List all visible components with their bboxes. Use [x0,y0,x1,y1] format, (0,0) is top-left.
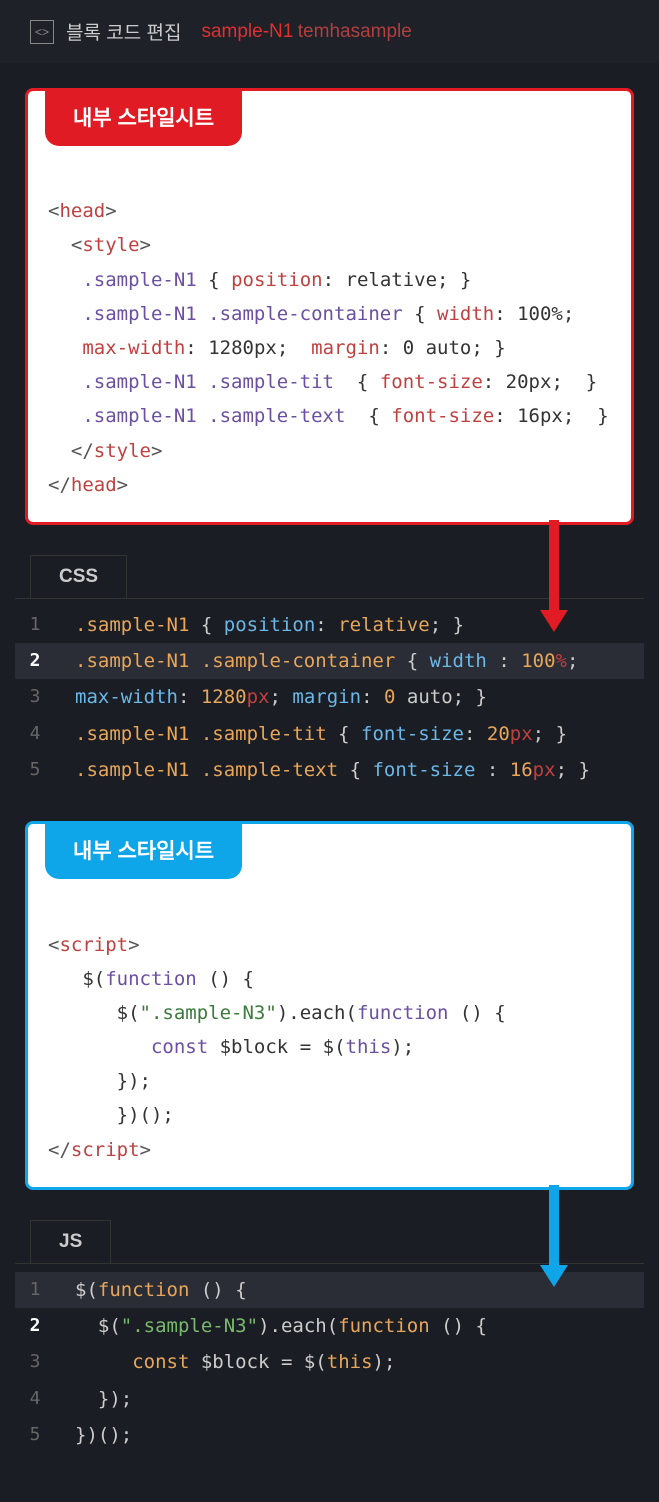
editor-line[interactable]: 2 $(".sample-N3").each(function () { [15,1308,644,1344]
editor-line[interactable]: 4 .sample-N1 .sample-tit { font-size: 20… [15,716,644,752]
css-card-code: <head> <style> .sample-N1 { position: re… [48,160,611,502]
line-code: const $block = $(this); [55,1346,395,1378]
line-code: .sample-N1 { position: relative; } [55,609,464,641]
header-title: 블록 코드 편집 [66,18,181,45]
line-number: 4 [15,719,55,750]
header-sub1: sample-N1 [201,21,293,42]
editor-line[interactable]: 5 .sample-N1 .sample-text { font-size : … [15,752,644,788]
header-sub2: temhasample [298,21,412,42]
line-number: 5 [15,1420,55,1451]
header-bar: <> 블록 코드 편집 sample-N1 temhasample [0,0,659,63]
line-number: 1 [15,1275,55,1306]
line-code: .sample-N1 .sample-tit { font-size: 20px… [55,718,567,750]
js-card-tab: 내부 스타일시트 [45,821,242,879]
editor-line[interactable]: 5 })(); [15,1417,644,1453]
line-code: })(); [55,1419,132,1451]
css-editor: CSS 1 .sample-N1 { position: relative; }… [0,555,659,796]
css-card-tab: 내부 스타일시트 [45,88,242,146]
header-filename: sample-N1 temhasample [193,21,411,43]
js-editor-tab[interactable]: JS [30,1220,111,1263]
line-number: 2 [15,646,55,677]
js-card-code: <script> $(function () { $(".sample-N3")… [48,893,611,1167]
js-editor-body[interactable]: 1 $(function () { 2 $(".sample-N3").each… [15,1263,644,1461]
line-number: 5 [15,755,55,786]
css-editor-tab[interactable]: CSS [30,555,127,598]
line-code: .sample-N1 .sample-text { font-size : 16… [55,754,590,786]
line-code: $(".sample-N3").each(function () { [55,1310,487,1342]
editor-line[interactable]: 3 const $block = $(this); [15,1344,644,1380]
editor-line[interactable]: 3 max-width: 1280px; margin: 0 auto; } [15,679,644,715]
line-code: .sample-N1 .sample-container { width : 1… [55,645,578,677]
line-number: 1 [15,610,55,641]
line-number: 2 [15,1311,55,1342]
line-number: 4 [15,1384,55,1415]
js-source-card: 내부 스타일시트 <script> $(function () { $(".sa… [25,821,634,1190]
editor-line[interactable]: 4 }); [15,1381,644,1417]
code-icon: <> [30,20,54,44]
css-source-card: 내부 스타일시트 <head> <style> .sample-N1 { pos… [25,88,634,525]
line-code: max-width: 1280px; margin: 0 auto; } [55,681,487,713]
line-number: 3 [15,682,55,713]
line-code: }); [55,1383,132,1415]
line-number: 3 [15,1347,55,1378]
editor-line[interactable]: 2 .sample-N1 .sample-container { width :… [15,643,644,679]
js-editor: JS 1 $(function () { 2 $(".sample-N3").e… [0,1220,659,1481]
line-code: $(function () { [55,1274,247,1306]
